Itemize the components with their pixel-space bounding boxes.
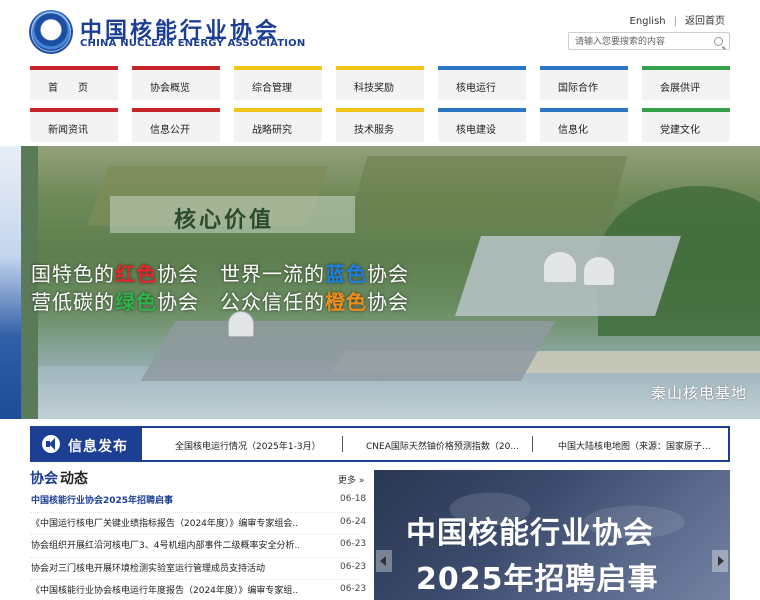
news-item-title[interactable]: 《中国核能行业协会核电运行年度报告（2024年度）》编审专家组... — [31, 583, 299, 596]
banner-slogan-2: 营低碳的绿色协会 公众信任的橙色协会 — [31, 286, 409, 315]
news-item-date: 06-23 — [340, 539, 367, 549]
slogan-text: 协会 — [367, 262, 409, 286]
nav-item-label: 会展供评 — [660, 83, 700, 94]
nav-item-international[interactable]: 国际合作 — [540, 66, 628, 100]
info-release-title: 信息发布 — [68, 439, 128, 455]
nav-row-2: 新闻资讯 信息公开 战略研究 技术服务 核电建设 信息化 党建文化 — [30, 108, 734, 148]
list-item[interactable]: 《中国核能行业协会核电运行年度报告（2024年度）》编审专家组... 06-23 — [30, 580, 366, 600]
list-item[interactable]: 中国核能行业协会2025年招聘启事 06-18 — [30, 490, 366, 513]
nav-item-strategy[interactable]: 战略研究 — [234, 108, 322, 142]
slogan-text: 协会 公众信任的 — [157, 290, 325, 314]
news-item-title[interactable]: 中国核能行业协会2025年招聘启事 — [31, 493, 299, 506]
home-link[interactable]: 返回首页 — [685, 16, 725, 27]
news-item-date: 06-23 — [340, 584, 367, 594]
association-logo-icon[interactable] — [29, 10, 73, 54]
list-item[interactable]: 协会组织开展红沿河核电厂3、4号机组内部事件二级概率安全分析... 06-23 — [30, 535, 366, 558]
info-divider — [532, 436, 533, 452]
nav-item-label: 国际合作 — [558, 83, 598, 94]
news-item-title[interactable]: 协会对三门核电开展环境检测实验室运行管理成员支持活动 — [31, 561, 299, 574]
slide-title-line-2: 2025年招聘启事 — [416, 562, 659, 597]
previous-slide-peek — [0, 146, 21, 419]
slogan-text: 协会 — [367, 290, 409, 314]
nav-item-label: 首 页 — [48, 83, 88, 94]
nav-item-label: 综合管理 — [252, 83, 292, 94]
nav-item-exhibition[interactable]: 会展供评 — [642, 66, 730, 100]
recruitment-slide[interactable]: 中国核能行业协会 2025年招聘启事 — [374, 470, 730, 600]
info-item[interactable]: 全国核电运行情况（2025年1-3月） — [175, 439, 321, 452]
news-title-accent: 协会 — [30, 471, 58, 487]
news-item-date: 06-24 — [340, 516, 367, 527]
nav-item-disclosure[interactable]: 信息公开 — [132, 108, 220, 142]
reactor-dome — [543, 251, 577, 283]
news-item-title[interactable]: 《中国运行核电厂关键业绩指标报告（2024年度）》编审专家组会... — [31, 516, 299, 529]
reactor-dome — [583, 256, 615, 286]
nav-item-label: 科技奖励 — [354, 83, 394, 94]
slogan-text: 国特色的 — [31, 262, 115, 286]
slogan-text: 营低碳的 — [31, 290, 115, 314]
nav-item-home[interactable]: 首 页 — [30, 66, 118, 100]
search-box[interactable] — [568, 32, 730, 50]
nav-item-label: 协会概览 — [150, 83, 190, 94]
brand-name-en: CHINA NUCLEAR ENERGY ASSOCIATION — [80, 38, 306, 49]
core-value-title: 核心价值 — [174, 208, 275, 233]
info-release-label: 信息发布 — [32, 428, 142, 460]
slogan-orange: 橙色 — [325, 290, 367, 314]
news-header: 协会 动态 更多 » — [30, 468, 364, 488]
nav-item-label: 信息公开 — [150, 125, 190, 136]
english-link[interactable]: English — [630, 16, 666, 27]
site-header: 中国核能行业协会 CHINA NUCLEAR ENERGY ASSOCIATIO… — [0, 0, 760, 62]
slogan-blue: 蓝色 — [325, 262, 367, 286]
slide-title-line-1: 中国核能行业协会 — [406, 516, 654, 551]
nav-item-label: 战略研究 — [252, 125, 292, 136]
slide-next-arrow-icon[interactable] — [712, 550, 728, 572]
slogan-text: 协会 世界一流的 — [157, 262, 325, 286]
plant-buildings — [140, 321, 556, 381]
nav-item-label: 新闻资讯 — [48, 125, 88, 136]
nav-item-party-culture[interactable]: 党建文化 — [642, 108, 730, 142]
news-item-title[interactable]: 协会组织开展红沿河核电厂3、4号机组内部事件二级概率安全分析... — [31, 538, 299, 551]
top-link-separator: | — [673, 16, 677, 27]
news-list: 中国核能行业协会2025年招聘启事 06-18 《中国运行核电厂关键业绩指标报告（2… — [30, 490, 366, 600]
nav-item-operation[interactable]: 核电运行 — [438, 66, 526, 100]
speaker-icon — [42, 435, 60, 453]
nav-item-label: 技术服务 — [354, 125, 394, 136]
nav-item-label: 核电运行 — [456, 83, 496, 94]
info-divider — [342, 436, 343, 452]
nav-row-1: 首 页 协会概览 综合管理 科技奖励 核电运行 国际合作 会展供评 — [30, 66, 734, 106]
nav-item-label: 党建文化 — [660, 125, 700, 136]
slogan-green: 绿色 — [115, 290, 157, 314]
info-item[interactable]: CNEA国际天然铀价格预测指数（20... — [366, 439, 519, 452]
info-release-bar: 信息发布 全国核电运行情况（2025年1-3月） CNEA国际天然铀价格预测指数… — [30, 426, 730, 462]
farmland-area — [348, 156, 628, 226]
nav-item-label: 信息化 — [558, 125, 588, 136]
association-news: 协会 动态 更多 » 中国核能行业协会2025年招聘启事 06-18 《中国运行核电… — [30, 468, 366, 600]
logo-ring — [31, 12, 71, 52]
nav-item-label: 核电建设 — [456, 125, 496, 136]
banner-caption: 秦山核电基地 — [651, 384, 748, 402]
list-item[interactable]: 协会对三门核电开展环境检测实验室运行管理成员支持活动 06-23 — [30, 558, 366, 580]
info-item[interactable]: 中国大陆核电地图（来源：国家原子... — [558, 439, 711, 452]
news-item-date: 06-23 — [340, 561, 367, 572]
search-icon[interactable] — [714, 37, 723, 46]
nav-item-management[interactable]: 综合管理 — [234, 66, 322, 100]
nav-item-informatization[interactable]: 信息化 — [540, 108, 628, 142]
nav-item-overview[interactable]: 协会概览 — [132, 66, 220, 100]
nav-item-news[interactable]: 新闻资讯 — [30, 108, 118, 142]
slogan-red: 红色 — [115, 262, 157, 286]
nav-item-awards[interactable]: 科技奖励 — [336, 66, 424, 100]
hero-banner[interactable]: 核心价值 秦山核电基地 国特色的红色协会 世界一流的蓝色协会 营低碳的绿色协会 … — [0, 146, 760, 419]
search-input[interactable] — [575, 35, 711, 48]
slide-prev-arrow-icon[interactable] — [376, 550, 392, 572]
more-link[interactable]: 更多 » — [338, 473, 364, 486]
banner-slogan-1: 国特色的红色协会 世界一流的蓝色协会 — [31, 258, 409, 287]
nav-item-construction[interactable]: 核电建设 — [438, 108, 526, 142]
top-links: English | 返回首页 — [626, 12, 729, 27]
news-title: 动态 — [60, 471, 88, 487]
list-item[interactable]: 《中国运行核电厂关键业绩指标报告（2024年度）》编审专家组会... 06-24 — [30, 513, 366, 535]
news-item-date: 06-18 — [340, 494, 367, 504]
nav-item-tech-service[interactable]: 技术服务 — [336, 108, 424, 142]
